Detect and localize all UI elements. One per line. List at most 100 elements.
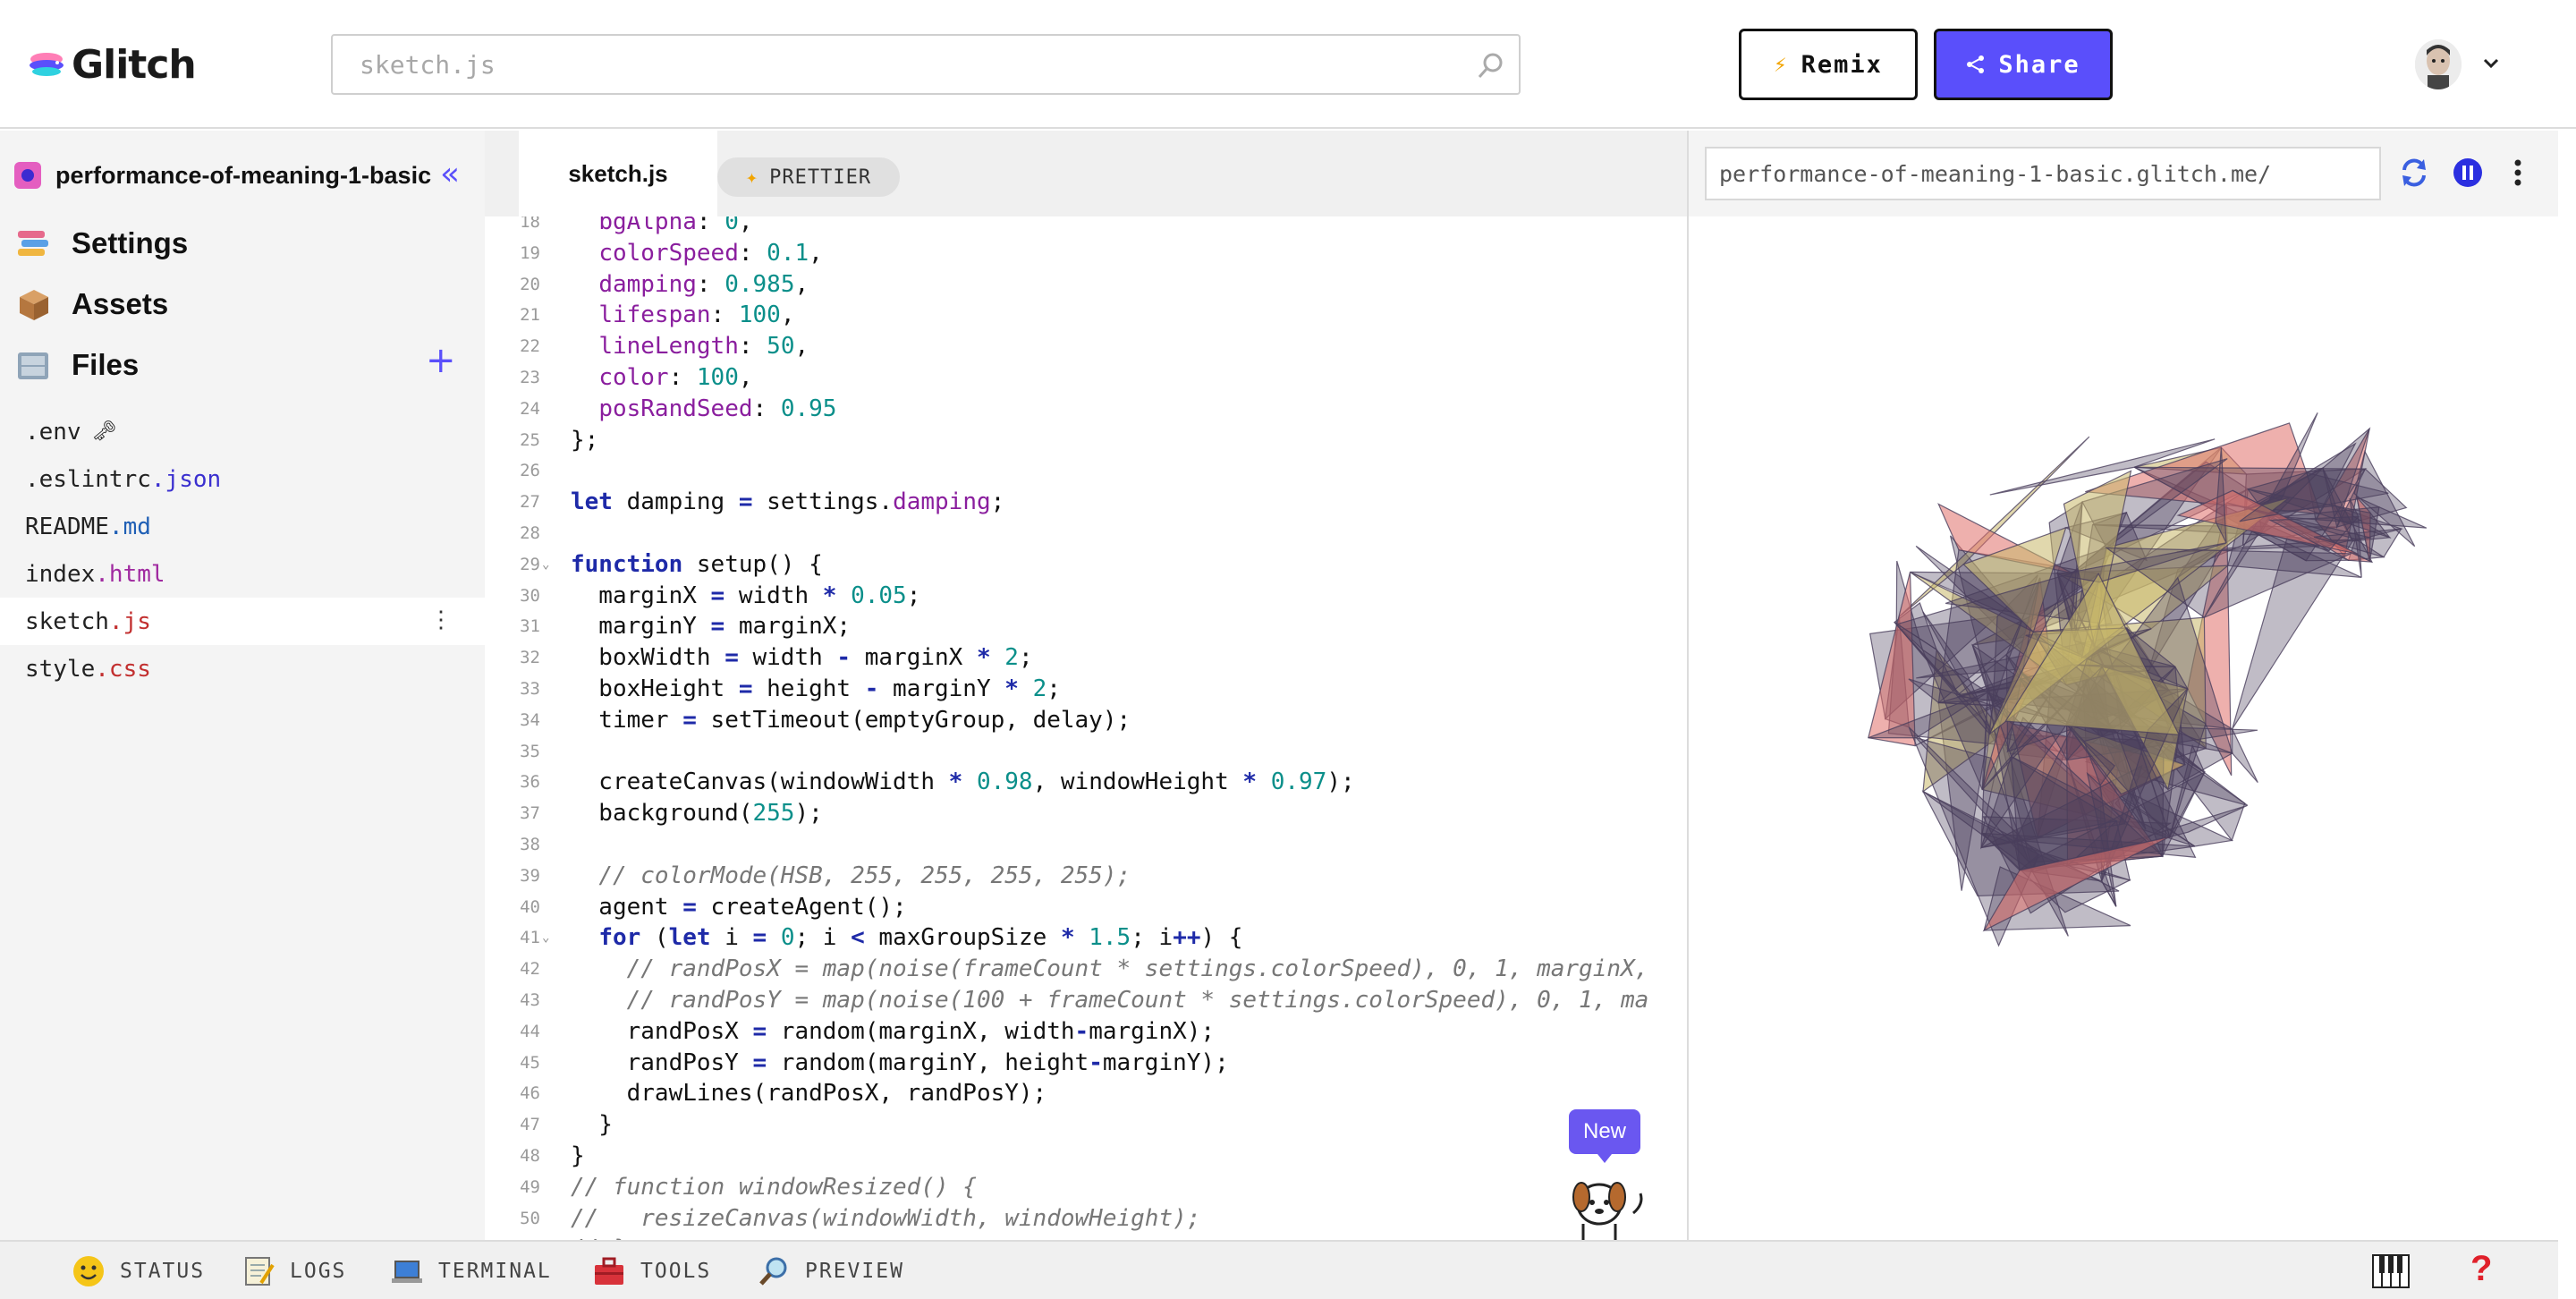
more-options-icon[interactable] [2501, 156, 2535, 190]
code-line[interactable]: 27 let damping = settings.damping; [485, 488, 1687, 517]
pause-icon[interactable] [2451, 156, 2485, 190]
code-line[interactable]: 41 ⌄ for (let i = 0; i < maxGroupSize * 1… [485, 923, 1687, 953]
add-file-icon[interactable]: + [426, 340, 456, 381]
code-text: let damping = settings.damping; [571, 488, 1005, 516]
share-button[interactable]: Share [1934, 29, 2113, 100]
line-number: 45 [520, 1052, 540, 1073]
search-icon[interactable] [1476, 50, 1506, 81]
code-text: marginX = width * 0.05; [571, 582, 921, 609]
code-line[interactable]: 45 randPosY = random(marginY, height-mar… [485, 1049, 1687, 1078]
code-line[interactable]: 43 // randPosY = map(noise(100 + frameCo… [485, 986, 1687, 1015]
window-scrollbar[interactable] [2558, 129, 2576, 1299]
editor-tabbar: sketch.js ✦ PRETTIER [485, 131, 1687, 216]
file-item-eslintrc[interactable]: .eslintrc .json [0, 455, 485, 503]
prettier-button[interactable]: ✦ PRETTIER [717, 157, 900, 197]
chevron-down-icon[interactable] [2479, 52, 2503, 75]
code-line[interactable]: 40 agent = createAgent(); [485, 893, 1687, 922]
new-badge[interactable]: New [1569, 1109, 1640, 1163]
line-number: 49 [520, 1176, 540, 1197]
sketch-canvas[interactable] [1689, 216, 2576, 1240]
code-line[interactable]: 18 bgAlpha: 0, [485, 216, 1687, 237]
code-line[interactable]: 35 [485, 737, 1687, 767]
code-area[interactable]: 18 bgAlpha: 0, 19 colorSpeed: 0.1, 20 damp… [485, 216, 1687, 1240]
line-number: 37 [520, 803, 540, 824]
code-line[interactable]: 33 boxHeight = height - marginY * 2; [485, 675, 1687, 704]
code-line[interactable]: 42 // randPosX = map(noise(frameCount * … [485, 955, 1687, 984]
file-item-readme[interactable]: README .md [0, 503, 485, 550]
line-number: 33 [520, 679, 540, 699]
file-item-style[interactable]: style .css [0, 645, 485, 692]
code-line[interactable]: 36 createCanvas(windowWidth * 0.98, wind… [485, 768, 1687, 797]
file-ext: .html [95, 560, 165, 588]
file-ext: .json [150, 465, 222, 493]
file-item-env[interactable]: .env 🗝 [0, 408, 485, 455]
file-options-icon[interactable]: ⋮ [429, 607, 453, 633]
dog-mascot-icon[interactable] [1558, 1168, 1657, 1240]
sidebar-item-settings[interactable]: Settings [14, 213, 188, 274]
sidebar-item-files[interactable]: Files [14, 335, 188, 395]
line-number: 34 [520, 709, 540, 730]
file-name: style [25, 655, 96, 683]
code-line[interactable]: 39 // colorMode(HSB, 255, 255, 255, 255)… [485, 862, 1687, 891]
fold-chevron-icon[interactable]: ⌄ [542, 550, 549, 580]
help-icon[interactable]: ? [2470, 1249, 2492, 1289]
code-line[interactable]: 25}; [485, 426, 1687, 455]
logs-button[interactable]: LOGS [242, 1254, 346, 1288]
line-number: 48 [520, 1146, 540, 1166]
code-line[interactable]: 44 randPosX = random(marginX, width-marg… [485, 1017, 1687, 1047]
code-line[interactable]: 38 [485, 830, 1687, 860]
refresh-icon[interactable] [2397, 156, 2431, 190]
code-line[interactable]: 48} [485, 1142, 1687, 1171]
file-item-sketch[interactable]: sketch .js ⋮ [0, 598, 485, 645]
line-number: 38 [520, 835, 540, 854]
code-line[interactable]: 34 timer = setTimeout(emptyGroup, delay)… [485, 706, 1687, 735]
code-line[interactable]: 19 colorSpeed: 0.1, [485, 239, 1687, 268]
glitch-logo[interactable]: Glitch [27, 39, 197, 89]
tab-sketch-js[interactable]: sketch.js [519, 131, 717, 216]
code-line[interactable]: 50 // resizeCanvas(windowWidth, windowHei… [485, 1204, 1687, 1234]
code-line[interactable]: 22 lineLength: 50, [485, 332, 1687, 361]
smiley-icon [73, 1256, 104, 1286]
code-line[interactable]: 37 background(255); [485, 799, 1687, 828]
user-avatar[interactable] [2415, 39, 2462, 89]
code-line[interactable]: 26 [485, 456, 1687, 486]
file-ext: .css [95, 655, 151, 683]
share-label: Share [1998, 50, 2080, 79]
code-line[interactable]: 49 // function windowResized() { [485, 1173, 1687, 1202]
project-header[interactable]: performance-of-meaning-1-basic [14, 157, 431, 193]
sidebar: performance-of-meaning-1-basic « Setting… [0, 131, 485, 1240]
code-line[interactable]: 31 marginY = marginX; [485, 612, 1687, 641]
preview-url[interactable]: performance-of-meaning-1-basic.glitch.me… [1705, 147, 2381, 200]
search-input[interactable] [360, 36, 1433, 93]
collapse-sidebar-icon[interactable]: « [440, 156, 460, 192]
status-button[interactable]: STATUS [72, 1254, 205, 1288]
code-line[interactable]: 29 ⌄ function setup() { [485, 550, 1687, 580]
code-line[interactable]: 46 drawLines(randPosX, randPosY); [485, 1079, 1687, 1108]
piano-icon[interactable] [2372, 1254, 2410, 1288]
code-line[interactable]: 23 color: 100, [485, 363, 1687, 393]
code-text: boxWidth = width - marginX * 2; [571, 644, 1033, 672]
fold-chevron-icon[interactable]: ⌄ [542, 923, 549, 953]
sidebar-item-assets[interactable]: Assets [14, 274, 188, 335]
code-line[interactable]: 28 [485, 519, 1687, 548]
lightning-icon: ⚡ [1774, 52, 1789, 77]
file-item-index[interactable]: index .html [0, 550, 485, 598]
header: Glitch ⚡ Remix Share [0, 0, 2576, 129]
code-line[interactable]: 30 marginX = width * 0.05; [485, 582, 1687, 611]
line-number: 30 [520, 585, 540, 606]
code-line[interactable]: 24 posRandSeed: 0.95 [485, 395, 1687, 424]
bottom-bar: STATUS LOGS TERMINAL TOOLS PREVIEW ? [0, 1240, 2558, 1299]
code-line[interactable]: 21 lifespan: 100, [485, 301, 1687, 330]
code-line[interactable]: 47 } [485, 1110, 1687, 1140]
terminal-button[interactable]: TERMINAL [390, 1254, 552, 1288]
search-box[interactable] [331, 34, 1521, 95]
code-line[interactable]: 32 boxWidth = width - marginX * 2; [485, 643, 1687, 673]
sidebar-item-label: Settings [72, 226, 189, 259]
code-text: function setup() { [571, 550, 823, 578]
tools-button[interactable]: TOOLS [592, 1254, 711, 1288]
remix-button[interactable]: ⚡ Remix [1739, 29, 1918, 100]
code-line[interactable]: 20 damping: 0.985, [485, 270, 1687, 300]
line-number: 35 [520, 741, 540, 761]
preview-button[interactable]: PREVIEW [757, 1254, 904, 1288]
prettier-label: PRETTIER [769, 166, 872, 189]
